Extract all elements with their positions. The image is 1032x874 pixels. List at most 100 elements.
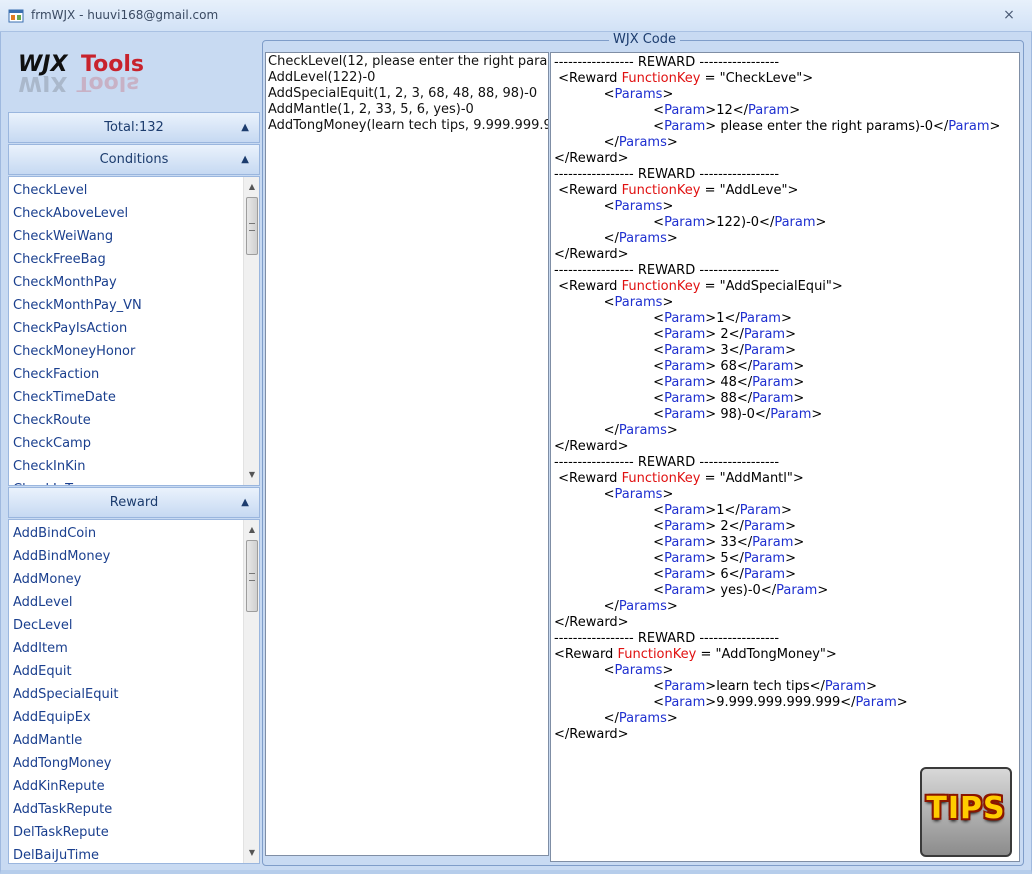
param-tag: Param: [752, 535, 794, 550]
param-tag: Param: [664, 519, 706, 534]
tips-label: TIPS: [926, 791, 1006, 826]
tag-bracket: >: [705, 359, 717, 374]
conditions-item[interactable]: CheckCamp: [9, 432, 245, 455]
scroll-thumb[interactable]: [246, 197, 258, 255]
reward-open-line: <Reward FunctionKey = "AddLeve">: [551, 183, 1019, 199]
reward-item[interactable]: AddTongMoney: [9, 752, 245, 775]
tag-bracket: </: [554, 135, 619, 150]
reward-item[interactable]: AddKinRepute: [9, 775, 245, 798]
reward-open-tag: <Reward: [554, 647, 618, 662]
reward-item[interactable]: AddMantle: [9, 729, 245, 752]
scroll-down-arrow-icon[interactable]: ▼: [244, 845, 259, 861]
code-output[interactable]: ----------------- REWARD ---------------…: [550, 52, 1020, 862]
input-textarea[interactable]: CheckLevel(12, please enter the right pa…: [265, 52, 549, 856]
tag-bracket: >: [705, 503, 717, 518]
param-tag: Param: [664, 343, 706, 358]
tag-bracket: >: [780, 503, 792, 518]
reward-item[interactable]: AddEquit: [9, 660, 245, 683]
conditions-list[interactable]: CheckLevel CheckAboveLevel CheckWeiWang Che…: [8, 176, 260, 486]
logo-text-tools: Tools: [81, 52, 144, 77]
params-close-line: </Params>: [551, 423, 1019, 439]
function-key-attr: FunctionKey: [621, 71, 701, 86]
param-tag: Param: [664, 551, 706, 566]
param-tag: Param: [664, 103, 706, 118]
reward-item[interactable]: AddBindMoney: [9, 545, 245, 568]
reward-item[interactable]: AddSpecialEquit: [9, 683, 245, 706]
reward-scrollbar[interactable]: ▲ ▼: [243, 520, 259, 863]
conditions-item[interactable]: CheckPayIsAction: [9, 317, 245, 340]
total-label: Total:132: [104, 120, 164, 135]
window-title: frmWJX - huuvi168@gmail.com: [31, 8, 219, 22]
reward-open-tag: <Reward: [554, 183, 622, 198]
function-key-attr: FunctionKey: [621, 471, 701, 486]
conditions-item[interactable]: CheckMonthPay_VN: [9, 294, 245, 317]
conditions-item[interactable]: CheckWeiWang: [9, 225, 245, 248]
param-tag: Param: [664, 535, 706, 550]
tag-bracket: >: [705, 407, 717, 422]
conditions-item[interactable]: CheckFaction: [9, 363, 245, 386]
param-tag: Param: [664, 583, 706, 598]
collapse-chevron-icon[interactable]: ▲: [241, 113, 249, 142]
scroll-up-arrow-icon[interactable]: ▲: [244, 179, 259, 195]
tag-bracket: >: [705, 519, 717, 534]
params-tag: Params: [614, 87, 663, 102]
reward-header[interactable]: Reward ▲: [8, 487, 260, 518]
tag-bracket: >: [811, 407, 823, 422]
reward-item[interactable]: DelTaskRepute: [9, 821, 245, 844]
scroll-up-arrow-icon[interactable]: ▲: [244, 522, 259, 538]
param-value: 5: [716, 551, 729, 566]
collapse-chevron-icon[interactable]: ▲: [241, 488, 249, 517]
reward-item[interactable]: AddMoney: [9, 568, 245, 591]
conditions-item[interactable]: CheckTimeDate: [9, 386, 245, 409]
scroll-thumb[interactable]: [246, 540, 258, 612]
param-tag: Param: [770, 407, 812, 422]
conditions-header[interactable]: Conditions ▲: [8, 144, 260, 175]
conditions-item[interactable]: CheckAboveLevel: [9, 202, 245, 225]
function-key-attr: FunctionKey: [617, 647, 697, 662]
reward-item[interactable]: AddItem: [9, 637, 245, 660]
conditions-item[interactable]: CheckMonthPay: [9, 271, 245, 294]
param-line: <Param> 2</Param>: [551, 327, 1019, 343]
tag-bracket: >: [785, 327, 796, 342]
scroll-down-arrow-icon[interactable]: ▼: [244, 467, 259, 483]
tag-bracket: </: [728, 519, 744, 534]
conditions-scrollbar[interactable]: ▲ ▼: [243, 177, 259, 485]
conditions-item[interactable]: CheckInTong: [9, 478, 245, 485]
total-header[interactable]: Total:132 ▲: [8, 112, 260, 143]
groupbox-title: WJX Code: [609, 32, 681, 47]
params-open-line: <Params>: [551, 199, 1019, 215]
param-value: 2: [716, 327, 729, 342]
conditions-item[interactable]: CheckInKin: [9, 455, 245, 478]
close-button[interactable]: ×: [1000, 6, 1018, 24]
param-value: 33: [716, 535, 737, 550]
params-close-line: </Params>: [551, 231, 1019, 247]
tag-bracket: >: [666, 599, 678, 614]
collapse-chevron-icon[interactable]: ▲: [241, 145, 249, 174]
reward-item[interactable]: AddEquipEx: [9, 706, 245, 729]
tips-button[interactable]: TIPS: [920, 767, 1012, 857]
params-tag: Params: [614, 295, 663, 310]
tag-bracket: <: [554, 375, 665, 390]
conditions-item[interactable]: CheckFreeBag: [9, 248, 245, 271]
tag-bracket: <: [554, 119, 665, 134]
reward-item[interactable]: AddBindCoin: [9, 522, 245, 545]
tag-bracket: <: [554, 535, 665, 550]
tag-bracket: >: [793, 535, 805, 550]
reward-item[interactable]: AddTaskRepute: [9, 798, 245, 821]
reward-list[interactable]: AddBindCoin AddBindMoney AddMoney AddLevel D…: [8, 519, 260, 864]
conditions-item[interactable]: CheckRoute: [9, 409, 245, 432]
reward-item[interactable]: DecLevel: [9, 614, 245, 637]
conditions-item[interactable]: CheckMoneyHonor: [9, 340, 245, 363]
tag-bracket: >: [666, 135, 678, 150]
function-key-value: = "AddTongMoney">: [696, 647, 837, 662]
tag-bracket: </: [736, 391, 753, 406]
reward-item[interactable]: DelBaiJuTime: [9, 844, 245, 863]
reward-item[interactable]: AddLevel: [9, 591, 245, 614]
param-value: 122)-0: [716, 215, 760, 230]
conditions-item[interactable]: CheckLevel: [9, 179, 245, 202]
tag-bracket: <: [554, 663, 615, 678]
tag-bracket: </: [736, 375, 753, 390]
tag-bracket: </: [933, 119, 949, 134]
param-line: <Param> 98)-0</Param>: [551, 407, 1019, 423]
params-close-line: </Params>: [551, 599, 1019, 615]
